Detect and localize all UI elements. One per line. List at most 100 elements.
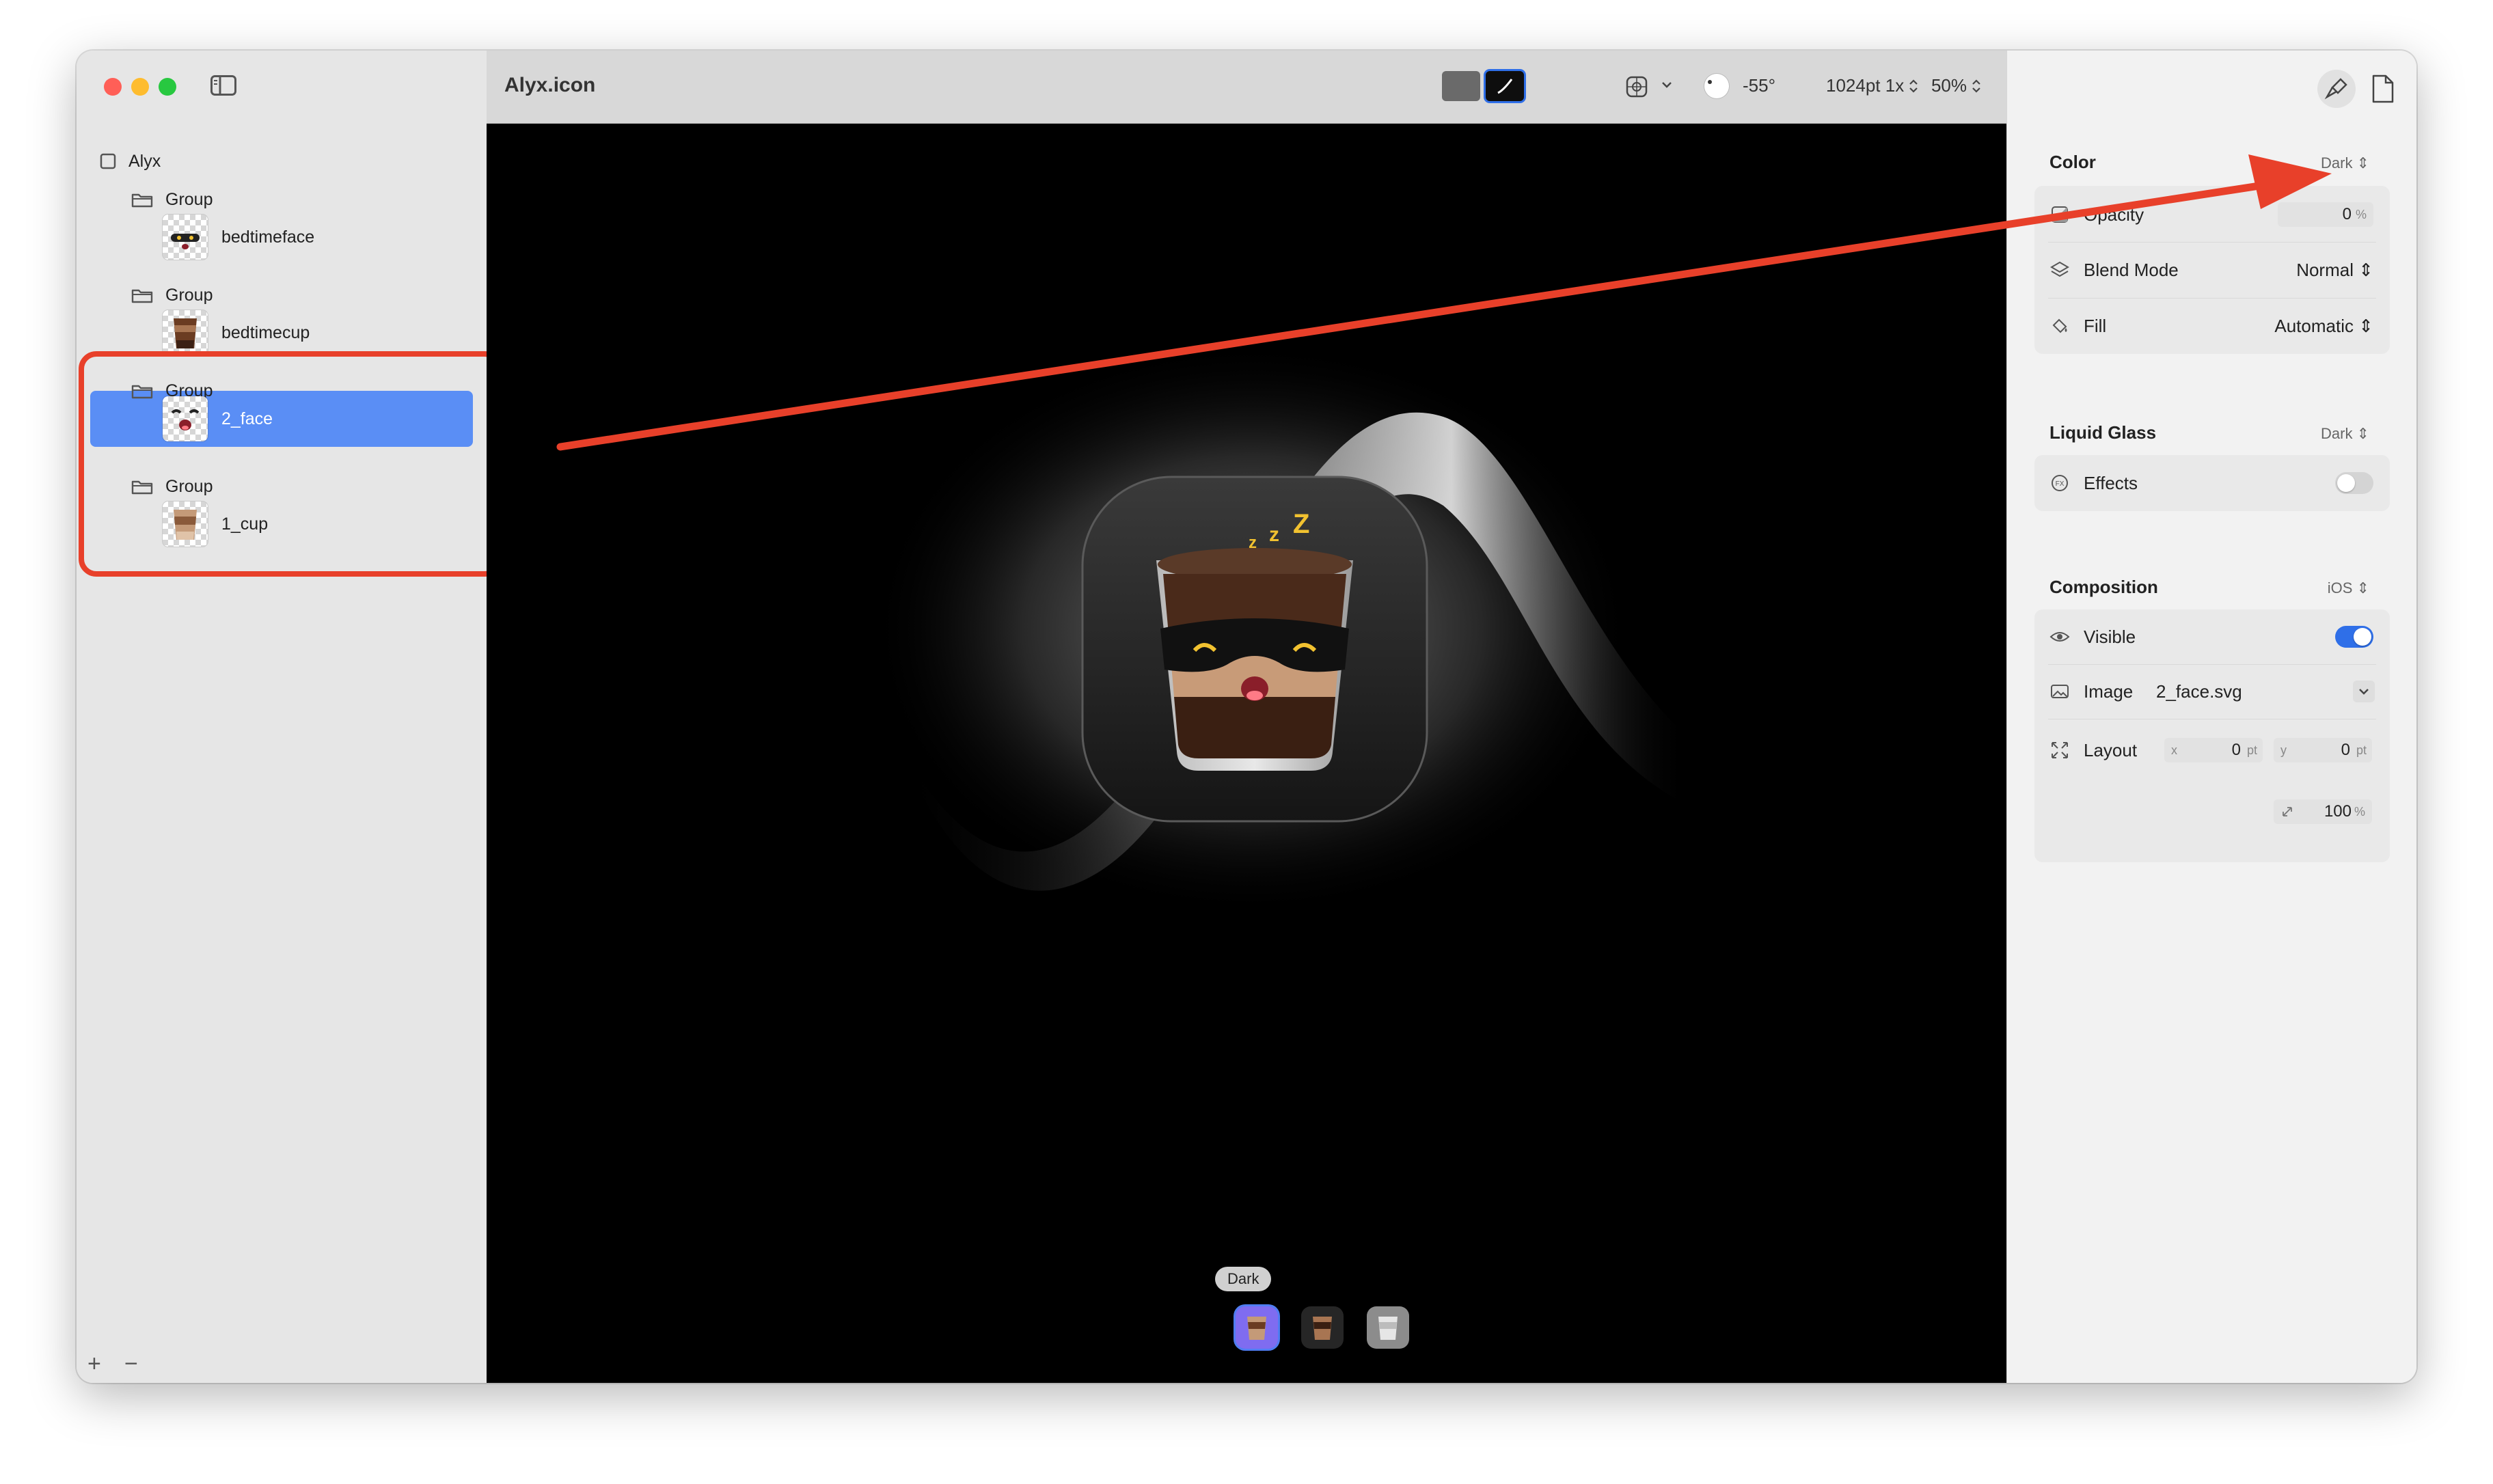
- composition-group: Visible Image 2_face.svg Layout x 0 pt y…: [2034, 609, 2390, 862]
- fill-popup[interactable]: Automatic ⇕: [2274, 316, 2373, 337]
- blend-mode-popup[interactable]: Normal ⇕: [2296, 260, 2373, 281]
- scale-value: 100: [2324, 802, 2352, 821]
- platform-value: iOS: [2327, 579, 2353, 596]
- platform-popup[interactable]: iOS ⇕: [2328, 579, 2369, 597]
- color-mode-popup[interactable]: Dark ⇕: [2321, 154, 2369, 172]
- variant-dark-button[interactable]: [1301, 1306, 1344, 1349]
- blend-mode-row: Blend Mode Normal ⇕: [2034, 243, 2390, 297]
- folder-icon: [131, 193, 153, 208]
- variant-default-button[interactable]: [1236, 1306, 1278, 1349]
- tree-item-label: Alyx: [128, 151, 161, 171]
- liquid-glass-group: FX Effects: [2034, 455, 2390, 511]
- layout-x-field[interactable]: x 0 pt: [2164, 738, 2263, 762]
- layout-scale-field[interactable]: 100 %: [2274, 799, 2372, 824]
- visible-label: Visible: [2084, 626, 2136, 647]
- cup-icon: [1247, 1317, 1266, 1340]
- app-window: Alyx Group bedtimeface Group bedtimecup: [77, 51, 2416, 1383]
- opacity-label: Opacity: [2084, 204, 2144, 225]
- grid-overlay-icon[interactable]: [1625, 75, 1648, 102]
- liquid-glass-mode-value: Dark: [2321, 425, 2353, 442]
- zoom-window-button[interactable]: [159, 78, 176, 96]
- folder-icon: [131, 289, 153, 303]
- fill-value: Automatic: [2274, 315, 2354, 336]
- layout-row: Layout x 0 pt y 0 pt: [2034, 723, 2390, 778]
- annotation-highlight-box: [79, 351, 502, 577]
- chevron-down-icon: [2359, 689, 2369, 695]
- tree-item-label: bedtimecup: [221, 322, 310, 342]
- effects-row: FX Effects: [2034, 456, 2390, 510]
- tree-item-label: Group: [165, 285, 213, 305]
- tree-item-alyx[interactable]: Alyx: [100, 142, 161, 180]
- effects-icon: FX: [2052, 475, 2068, 491]
- layer-thumbnail: [163, 215, 208, 260]
- inspector-tab-document[interactable]: [2371, 74, 2395, 107]
- color-group: Opacity 0 % Blend Mode Normal ⇕ Fill Aut…: [2034, 186, 2390, 354]
- tree-item-bedtimeface[interactable]: bedtimeface: [163, 209, 314, 265]
- layout-label: Layout: [2084, 739, 2138, 760]
- dark-background-swatch[interactable]: [1486, 71, 1524, 101]
- tree-item-label: bedtimeface: [221, 227, 315, 247]
- opacity-row: Opacity 0 %: [2034, 187, 2390, 242]
- light-background-swatch[interactable]: [1442, 71, 1480, 101]
- svg-text:FX: FX: [2056, 480, 2065, 488]
- updown-icon: [1909, 79, 1918, 93]
- effects-label: Effects: [2084, 472, 2138, 493]
- light-angle-dial[interactable]: [1704, 74, 1729, 98]
- scale-arrow-icon: [2283, 807, 2292, 816]
- document-icon: [2372, 74, 2394, 103]
- opacity-icon: [2052, 206, 2068, 223]
- x-label: x: [2171, 743, 2177, 757]
- paint-bucket-icon: [2052, 318, 2067, 333]
- blend-mode-value: Normal: [2296, 259, 2354, 280]
- tree-item-label: Group: [165, 189, 213, 209]
- light-angle-value[interactable]: -55°: [1743, 75, 1775, 96]
- fill-row: Fill Automatic ⇕: [2034, 299, 2390, 353]
- color-mode-value: Dark: [2321, 154, 2353, 171]
- remove-layer-button[interactable]: −: [124, 1351, 138, 1377]
- visible-toggle[interactable]: [2335, 626, 2373, 648]
- canvas-size-value: 1024pt 1x: [1826, 75, 1905, 96]
- cup-icon: [1378, 1317, 1398, 1340]
- icon-preview: Z z z: [869, 342, 1689, 916]
- y-unit: pt: [2356, 743, 2367, 757]
- effects-toggle[interactable]: [2335, 472, 2373, 494]
- appearance-badge: Dark: [1215, 1267, 1272, 1291]
- variant-clear-button[interactable]: [1367, 1306, 1409, 1349]
- close-window-button[interactable]: [104, 78, 122, 96]
- color-section-title: Color: [2049, 152, 2096, 172]
- opacity-field[interactable]: 0 %: [2278, 202, 2373, 227]
- layer-sidebar: Alyx Group bedtimeface Group bedtimecup: [77, 51, 502, 1383]
- inspector-tab-style[interactable]: [2317, 70, 2356, 108]
- image-filename: 2_face.svg: [2156, 681, 2242, 702]
- liquid-glass-mode-popup[interactable]: Dark ⇕: [2321, 425, 2369, 443]
- zoom-popup[interactable]: 50%: [1931, 75, 1982, 96]
- canvas-size-popup[interactable]: 1024pt 1x: [1826, 75, 1919, 96]
- eye-icon: [2049, 632, 2070, 642]
- opacity-unit: %: [2355, 208, 2367, 221]
- toolbar: Alyx.icon -55° 1024pt 1x 50%: [487, 51, 2006, 124]
- opacity-value: 0: [2342, 205, 2352, 223]
- y-label: y: [2280, 743, 2287, 757]
- svg-text:z: z: [1269, 523, 1279, 546]
- composition-section-title: Composition: [2049, 577, 2158, 597]
- add-layer-button[interactable]: +: [87, 1351, 101, 1377]
- document-title: Alyx.icon: [504, 74, 596, 96]
- scale-unit: %: [2354, 805, 2365, 819]
- blend-mode-label: Blend Mode: [2084, 259, 2179, 280]
- minimize-window-button[interactable]: [131, 78, 149, 96]
- svg-text:Z: Z: [1293, 509, 1309, 539]
- chevron-down-icon[interactable]: [1661, 81, 1673, 94]
- document-icon: [100, 153, 116, 169]
- fill-label: Fill: [2084, 315, 2107, 336]
- image-label: Image: [2084, 681, 2134, 702]
- canvas[interactable]: Alyx.icon -55° 1024pt 1x 50% Z z z Dark: [487, 51, 2006, 1383]
- image-icon: [2051, 685, 2069, 698]
- layout-y-field[interactable]: y 0 pt: [2274, 738, 2372, 762]
- liquid-glass-section-title: Liquid Glass: [2049, 422, 2157, 443]
- y-value: 0: [2341, 741, 2350, 759]
- image-row: Image 2_face.svg: [2034, 664, 2390, 719]
- zoom-value: 50%: [1931, 75, 1967, 96]
- layer-thumbnail: [163, 310, 208, 355]
- image-picker-button[interactable]: [2353, 681, 2375, 702]
- sidebar-toggle-icon[interactable]: [210, 75, 236, 96]
